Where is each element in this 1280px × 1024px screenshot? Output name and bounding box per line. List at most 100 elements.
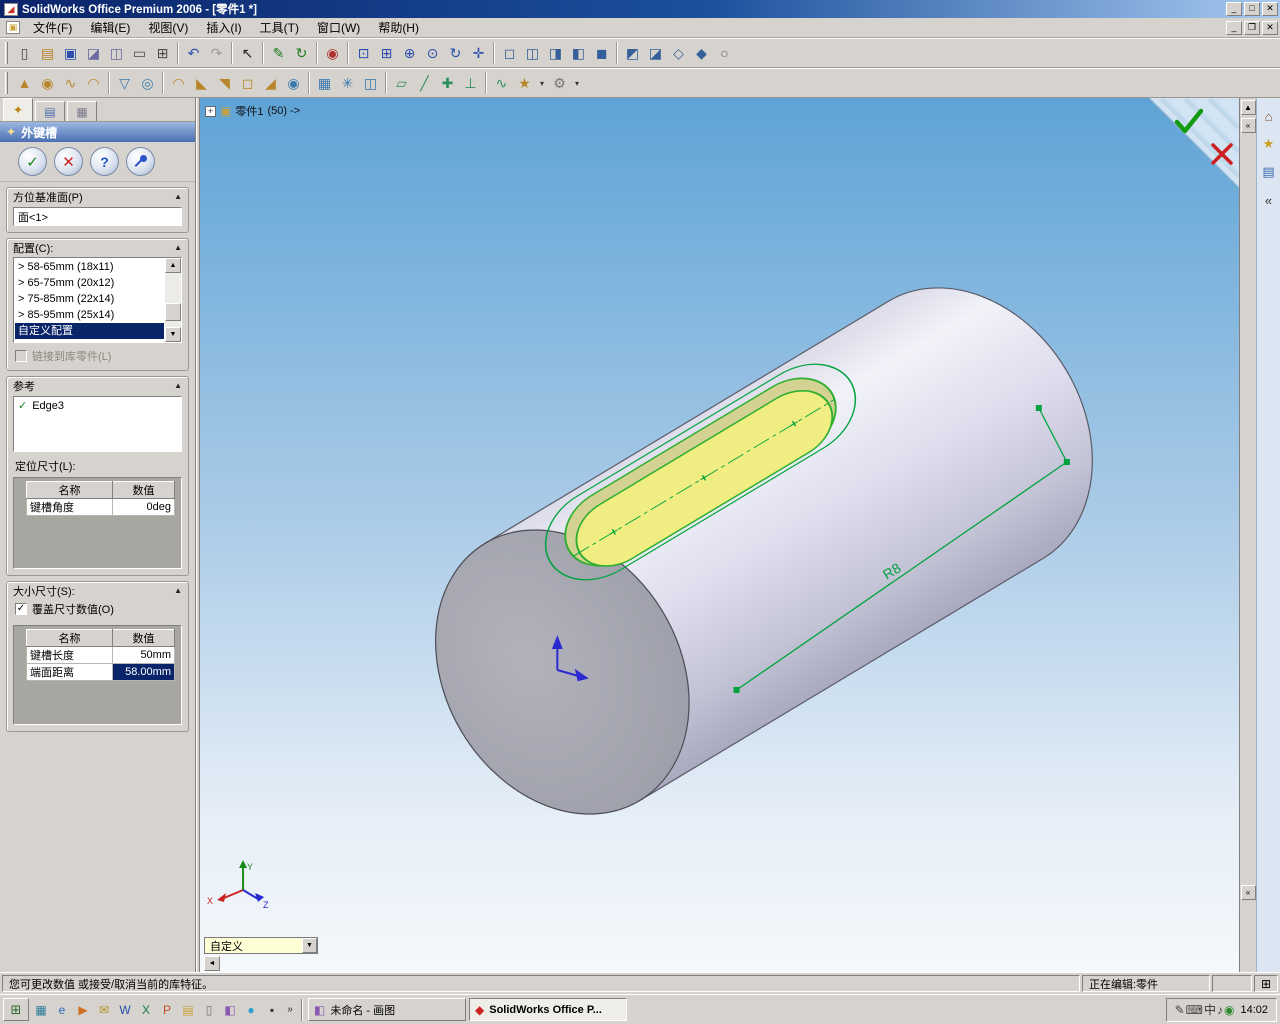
rotate-view-icon[interactable]: ↻: [444, 42, 467, 65]
hidden-lines-removed-icon[interactable]: ◨: [544, 42, 567, 65]
undo-icon[interactable]: ↶: [182, 42, 205, 65]
standard-views-icon[interactable]: ◇: [667, 42, 690, 65]
zoom-fit-icon[interactable]: ⊡: [352, 42, 375, 65]
task-paint[interactable]: ◧ 未命名 - 画图: [308, 998, 466, 1021]
collapse-strip-bottom-button[interactable]: «: [1240, 885, 1256, 900]
document-tab[interactable]: + ▣ 零件1 (50) ->: [205, 103, 300, 119]
toolbar-icon[interactable]: [347, 42, 349, 64]
menu-item[interactable]: 帮助(H): [369, 16, 428, 39]
config-option[interactable]: > 75-85mm (22x14): [15, 291, 164, 307]
antivirus-icon[interactable]: ◉: [1224, 1003, 1234, 1017]
shell-icon[interactable]: ◻: [236, 72, 259, 95]
mdi-minimize-button[interactable]: _: [1226, 20, 1242, 35]
size-group-header[interactable]: 大小尺寸(S): ▲: [7, 582, 188, 599]
home-icon[interactable]: ⌂: [1259, 106, 1279, 126]
pen-icon[interactable]: ✎: [1175, 1003, 1185, 1017]
redo-icon[interactable]: ↷: [205, 42, 228, 65]
toolbox-icon[interactable]: ⚙: [548, 72, 571, 95]
media-player-icon[interactable]: ▶: [73, 1000, 93, 1020]
menu-item[interactable]: 视图(V): [139, 16, 197, 39]
minimize-button[interactable]: _: [1226, 2, 1242, 16]
override-dimensions-checkbox[interactable]: ✓: [15, 603, 27, 615]
table-row[interactable]: 键槽长度 50mm: [26, 646, 175, 664]
hscroll-left-button[interactable]: ◄: [204, 956, 220, 971]
dimension-value-cell[interactable]: 50mm: [112, 646, 175, 664]
chamfer-icon[interactable]: ◣: [190, 72, 213, 95]
excel-icon[interactable]: X: [136, 1000, 156, 1020]
table-row[interactable]: 端面距离 58.00mm: [26, 663, 175, 681]
appearance-icon[interactable]: ◉: [321, 42, 344, 65]
reference-axis-icon[interactable]: ╱: [413, 72, 436, 95]
coordinate-system-icon[interactable]: ⊥: [459, 72, 482, 95]
circular-pattern-icon[interactable]: ✳: [336, 72, 359, 95]
show-desktop-icon[interactable]: ▦: [31, 1000, 51, 1020]
dimension-handle[interactable]: [733, 687, 740, 693]
dimension-value-cell[interactable]: 58.00mm: [112, 663, 175, 681]
scroll-up-button[interactable]: ▲: [1240, 100, 1256, 115]
word-icon[interactable]: W: [115, 1000, 135, 1020]
menu-item[interactable]: 编辑(E): [81, 16, 139, 39]
save-icon[interactable]: ▣: [59, 42, 82, 65]
make-drawing-icon[interactable]: ◪: [82, 42, 105, 65]
maximize-button[interactable]: □: [1244, 2, 1260, 16]
toolbar-icon[interactable]: [385, 72, 387, 94]
print-preview-icon[interactable]: ⊞: [151, 42, 174, 65]
cmd-icon[interactable]: ▪: [262, 1000, 282, 1020]
linear-pattern-icon[interactable]: ▦: [313, 72, 336, 95]
scroll-down-button[interactable]: ▼: [165, 327, 181, 342]
open-icon[interactable]: ▤: [36, 42, 59, 65]
mail-icon[interactable]: ✉: [94, 1000, 114, 1020]
config-option[interactable]: > 65-75mm (20x12): [15, 275, 164, 291]
config-option[interactable]: 自定义配置: [15, 323, 164, 339]
tab-propertymanager[interactable]: ✦: [3, 98, 33, 121]
mirror-feature-icon[interactable]: ◫: [359, 72, 382, 95]
graphics-viewport[interactable]: R8 X Y Z + ▣ 零件1 (50) -> 自定义 ▼ ◄: [200, 98, 1239, 972]
sketch-icon[interactable]: ✎: [267, 42, 290, 65]
dimension-handle[interactable]: [1035, 405, 1042, 411]
keyboard-icon[interactable]: ⌨: [1186, 1003, 1203, 1017]
toolbar-icon[interactable]: [177, 42, 179, 64]
zoom-selection-icon[interactable]: ⊙: [421, 42, 444, 65]
collapse-icon[interactable]: ▲: [174, 586, 182, 595]
cancel-button[interactable]: ✕: [54, 147, 83, 176]
file-explorer-icon[interactable]: ▤: [1259, 162, 1279, 182]
reference-point-icon[interactable]: ✚: [436, 72, 459, 95]
messenger-icon[interactable]: ●: [241, 1000, 261, 1020]
tab-featuremanager[interactable]: ▤: [35, 101, 65, 121]
scroll-thumb[interactable]: [165, 303, 181, 321]
shaded-icon[interactable]: ◼: [590, 42, 613, 65]
hidden-lines-visible-icon[interactable]: ◫: [521, 42, 544, 65]
collapse-pane-icon[interactable]: «: [1259, 190, 1279, 210]
task-solidworks[interactable]: ◆ SolidWorks Office P...: [469, 998, 627, 1021]
section-view-icon[interactable]: ◪: [644, 42, 667, 65]
wireframe-icon[interactable]: ◻: [498, 42, 521, 65]
toolbar-grip[interactable]: [5, 42, 8, 64]
zoom-area-icon[interactable]: ⊞: [375, 42, 398, 65]
print-icon[interactable]: ▭: [128, 42, 151, 65]
tab-configurationmanager[interactable]: ▦: [67, 101, 97, 121]
mdi-close-button[interactable]: ✕: [1262, 20, 1278, 35]
design-library-icon[interactable]: ★: [1259, 134, 1279, 154]
shaded-with-edges-icon[interactable]: ◧: [567, 42, 590, 65]
extruded-cut-icon[interactable]: ▽: [113, 72, 136, 95]
keep-visible-button[interactable]: [126, 147, 155, 176]
ok-button[interactable]: ✓: [18, 147, 47, 176]
library-feature-icon[interactable]: ★: [513, 72, 536, 95]
close-button[interactable]: ✕: [1262, 2, 1278, 16]
curve-icon[interactable]: ∿: [490, 72, 513, 95]
powerpoint-icon[interactable]: P: [157, 1000, 177, 1020]
draft-icon[interactable]: ◢: [259, 72, 282, 95]
configuration-dropdown[interactable]: 自定义 ▼: [204, 937, 318, 954]
fillet-icon[interactable]: ◠: [167, 72, 190, 95]
collapse-strip-button[interactable]: «: [1240, 118, 1256, 133]
rebuild-icon[interactable]: ↻: [290, 42, 313, 65]
make-assembly-icon[interactable]: ◫: [105, 42, 128, 65]
collapse-icon[interactable]: ▲: [174, 192, 182, 201]
notepad-icon[interactable]: ▯: [199, 1000, 219, 1020]
rib-icon[interactable]: ◥: [213, 72, 236, 95]
view-orientation-icon[interactable]: ◆: [690, 42, 713, 65]
selected-edge-row[interactable]: ✓ Edge3: [18, 399, 177, 413]
menu-item[interactable]: 工具(T): [251, 16, 308, 39]
scroll-up-button[interactable]: ▲: [165, 258, 181, 273]
toolbar-icon[interactable]: [316, 42, 318, 64]
